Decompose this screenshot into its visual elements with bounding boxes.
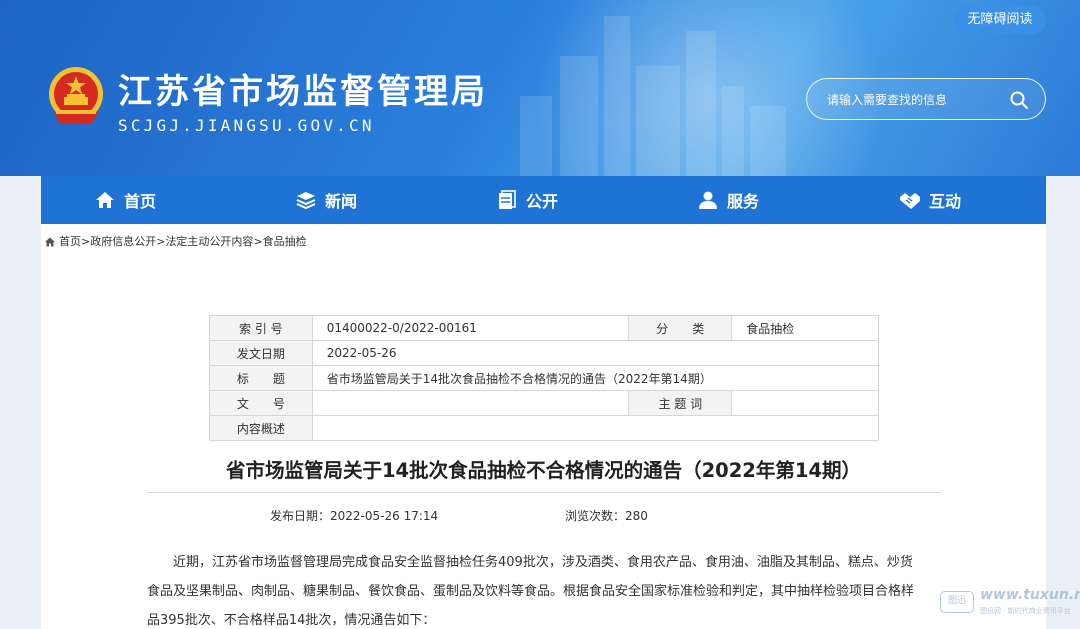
paragraph-line: 品395批次、不合格样品14批次，情况通告如下： bbox=[147, 613, 436, 628]
title-value: 省市场监管局关于14批次食品抽检不合格情况的通告（2022年第14期） bbox=[311, 365, 880, 391]
home-icon bbox=[45, 237, 55, 246]
index-value: 01400022-0/2022-00161 bbox=[311, 315, 630, 341]
watermark: 图迅 www.tuxun.net 图迅网 · 新时代商业资讯平台 bbox=[936, 585, 1080, 621]
category-label: 分 类 bbox=[628, 315, 733, 341]
layers-icon bbox=[296, 192, 316, 210]
date-value: 2022-05-26 bbox=[311, 340, 880, 366]
header-banner: 江苏省市场监督管理局 SCJGJ.JIANGSU.GOV.CN 无障碍阅读 请输… bbox=[0, 0, 1080, 176]
user-service-icon bbox=[699, 191, 717, 209]
subject-label: 主 题 词 bbox=[628, 390, 733, 416]
summary-value bbox=[311, 415, 880, 441]
site-title: 江苏省市场监督管理局 bbox=[118, 72, 488, 112]
view-count: 浏览次数：280 bbox=[565, 507, 648, 524]
watermark-sub: 图迅网 · 新时代商业资讯平台 bbox=[980, 607, 1071, 615]
content-panel: 首页 > 政府信息公开 > 法定主动公开内容 > 食品抽检 索 引 号 0140… bbox=[41, 224, 1046, 629]
nav-item-label: 公开 bbox=[526, 192, 559, 211]
national-emblem-icon bbox=[49, 67, 103, 124]
nav-item-news[interactable]: 新闻 bbox=[295, 176, 357, 224]
meta-row: 发文日期 2022-05-26 bbox=[209, 340, 880, 366]
meta-row: 索 引 号 01400022-0/2022-00161 分 类 食品抽检 bbox=[209, 315, 879, 341]
document-stack-icon bbox=[499, 190, 516, 209]
article-title: 省市场监管局关于14批次食品抽检不合格情况的通告（2022年第14期） bbox=[225, 459, 862, 482]
paragraph-line: 食品及坚果制品、肉制品、糖果制品、餐饮食品、蛋制品及饮料等食品。根据食品安全国家… bbox=[147, 584, 915, 599]
article-body: 近期，江苏省市场监督管理局完成食品安全监督抽检任务409批次，涉及酒类、食用农产… bbox=[147, 548, 947, 629]
subject-value bbox=[731, 390, 879, 416]
home-icon bbox=[96, 192, 114, 208]
breadcrumb-separator: > bbox=[253, 234, 263, 248]
breadcrumb-separator: > bbox=[81, 234, 91, 248]
summary-label: 内容概述 bbox=[209, 415, 313, 441]
document-meta-table: 索 引 号 01400022-0/2022-00161 分 类 食品抽检 发文日… bbox=[209, 315, 880, 441]
breadcrumb-current[interactable]: 食品抽检 bbox=[263, 233, 307, 249]
meta-row: 标 题 省市场监管局关于14批次食品抽检不合格情况的通告（2022年第14期） bbox=[209, 365, 880, 391]
breadcrumb-disclosure[interactable]: 政府信息公开 bbox=[90, 233, 156, 249]
watermark-site: www.tuxun.net bbox=[980, 587, 1080, 603]
title-label: 标 题 bbox=[209, 365, 313, 391]
nav-item-service[interactable]: 服务 bbox=[697, 176, 759, 224]
views-label: 浏览次数： bbox=[565, 509, 626, 523]
title-divider bbox=[147, 492, 941, 493]
nav-item-label: 首页 bbox=[124, 192, 157, 211]
site-domain: SCJGJ.JIANGSU.GOV.CN bbox=[118, 116, 375, 135]
watermark-badge: 图迅 bbox=[940, 591, 974, 613]
index-label: 索 引 号 bbox=[209, 315, 313, 341]
nav-item-disclosure[interactable]: 公开 bbox=[496, 176, 558, 224]
breadcrumb-separator: > bbox=[156, 234, 166, 248]
nav-item-label: 服务 bbox=[727, 192, 760, 211]
meta-row: 文 号 主 题 词 bbox=[209, 390, 879, 416]
handshake-icon bbox=[900, 193, 920, 209]
nav-item-label: 互动 bbox=[929, 192, 962, 211]
nav-item-interaction[interactable]: 互动 bbox=[899, 176, 961, 224]
paragraph-line: 近期，江苏省市场监督管理局完成食品安全监督抽检任务409批次，涉及酒类、食用农产… bbox=[173, 555, 913, 570]
search-box[interactable]: 请输入需要查找的信息 bbox=[806, 78, 1046, 120]
date-label: 发文日期 bbox=[209, 340, 313, 366]
breadcrumb-home[interactable]: 首页 bbox=[59, 233, 81, 249]
category-value: 食品抽检 bbox=[731, 315, 879, 341]
main-nav: 首页 新闻 公开 服务 互动 bbox=[41, 176, 1046, 224]
views-count: 280 bbox=[625, 509, 648, 523]
docno-value bbox=[311, 390, 630, 416]
publish-date: 发布日期：2022-05-26 17:14 bbox=[270, 507, 438, 524]
meta-row: 内容概述 bbox=[209, 415, 880, 441]
nav-item-home[interactable]: 首页 bbox=[94, 176, 156, 224]
breadcrumb: 首页 > 政府信息公开 > 法定主动公开内容 > 食品抽检 bbox=[44, 233, 307, 249]
nav-item-label: 新闻 bbox=[325, 192, 358, 211]
accessibility-reading-button[interactable]: 无障碍阅读 bbox=[954, 6, 1046, 34]
publish-label: 发布日期： bbox=[270, 509, 331, 523]
breadcrumb-statutory[interactable]: 法定主动公开内容 bbox=[165, 233, 253, 249]
publish-time: 2022-05-26 17:14 bbox=[330, 509, 439, 523]
search-icon[interactable] bbox=[1009, 90, 1029, 110]
search-input[interactable]: 请输入需要查找的信息 bbox=[827, 91, 947, 108]
docno-label: 文 号 bbox=[209, 390, 313, 416]
